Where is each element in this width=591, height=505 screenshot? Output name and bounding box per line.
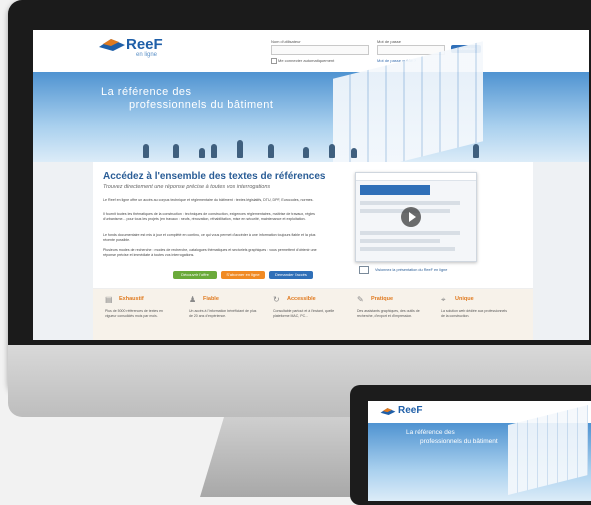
hero-title-line2: professionnels du bâtiment — [129, 99, 274, 111]
worker-figure — [237, 140, 243, 158]
tablet-logo-text[interactable]: ReeF — [398, 405, 422, 416]
feature-text: La solution web dédiée aux professionnel… — [441, 309, 507, 318]
feature-title: Fiable — [203, 296, 219, 302]
worker-figure — [173, 144, 179, 158]
content-area: Accédez à l'ensemble des textes de référ… — [33, 162, 589, 340]
features-strip: ▤ Exhaustif Plus de 5000 références de t… — [93, 288, 533, 340]
intro-paragraph: Plusieurs modes de recherche : modes de … — [103, 248, 317, 257]
reef-logo-icon — [99, 39, 125, 51]
worker-figure — [211, 144, 217, 158]
book-icon: ▤ — [105, 295, 113, 304]
video-row — [360, 239, 440, 243]
video-row — [360, 231, 460, 235]
feature-title: Pratique — [371, 296, 394, 302]
worker-figure — [199, 148, 205, 158]
main-subtitle: Trouvez directement une réponse précise … — [103, 184, 271, 190]
feature-text: Consultable partout et à l'instant, quel… — [273, 309, 335, 318]
remember-checkbox[interactable] — [271, 58, 277, 64]
reef-logo-icon — [380, 408, 396, 415]
tablet-hero-line2: professionnels du bâtiment — [420, 438, 498, 445]
worker-figure — [473, 144, 479, 158]
tablet-hero-line1: La référence des — [406, 429, 455, 436]
tablet-frame: ReeF La référence des professionnels du … — [350, 385, 591, 505]
subscribe-button[interactable]: S'abonner en ligne — [221, 271, 265, 279]
hero-title-line1: La référence des — [101, 86, 192, 98]
feature-title: Accessible — [287, 296, 316, 302]
tablet-screen: ReeF La référence des professionnels du … — [368, 401, 591, 501]
main-panel: Accédez à l'ensemble des textes de référ… — [93, 162, 533, 340]
main-title: Accédez à l'ensemble des textes de référ… — [103, 171, 326, 182]
feature-title: Exhaustif — [119, 296, 144, 302]
worker-figure — [303, 147, 309, 158]
worker-figure — [329, 144, 335, 158]
refresh-icon: ↻ — [273, 295, 280, 304]
pin-icon: ⌖ — [441, 295, 446, 304]
username-label: Nom d'utilisateur — [271, 39, 301, 44]
video-row — [360, 247, 455, 251]
video-thumbnail[interactable] — [355, 172, 477, 262]
monitor-icon — [359, 266, 369, 274]
video-app-bar — [356, 173, 476, 181]
intro-paragraph: Le fonds documentaire est mis à jour et … — [103, 233, 316, 242]
tablet-hero: La référence des professionnels du bâtim… — [368, 405, 591, 501]
tools-icon: ✎ — [357, 295, 364, 304]
worker-figure — [351, 148, 357, 158]
feature-title: Unique — [455, 296, 474, 302]
request-access-button[interactable]: Demander l'accès — [269, 271, 313, 279]
worker-figure — [268, 144, 274, 158]
play-icon[interactable] — [401, 207, 421, 227]
video-row — [360, 201, 460, 205]
hero-banner: La référence des professionnels du bâtim… — [33, 41, 589, 179]
worker-figure — [143, 144, 149, 158]
feature-text: Plus de 5000 références de textes en vig… — [105, 309, 163, 318]
discover-offer-button[interactable]: Découvrir l'offre — [173, 271, 217, 279]
logo-text[interactable]: ReeF — [126, 36, 163, 53]
people-icon: ♟ — [189, 295, 197, 304]
feature-text: Des assistants graphiques, des outils de… — [357, 309, 420, 318]
username-field[interactable] — [271, 45, 369, 55]
intro-paragraph: Il fournit toutes les thématiques de la … — [103, 212, 315, 221]
video-caption-link[interactable]: Visionnez la présentation du ReeF en lig… — [375, 268, 447, 272]
logo-tagline: en ligne — [136, 52, 158, 58]
browser-viewport: ReeF en ligne Nom d'utilisateur Me conne… — [33, 30, 589, 340]
site-header: ReeF en ligne Nom d'utilisateur Me conne… — [33, 30, 589, 73]
feature-text: Un accès à l'information bénéficiant de … — [189, 309, 257, 318]
video-app-band — [360, 185, 430, 195]
intro-paragraph: Le Reef en ligne offre un accès au corpu… — [103, 198, 314, 202]
remember-label: Me connecter automatiquement — [278, 58, 335, 63]
password-label: Mot de passe — [377, 39, 402, 44]
